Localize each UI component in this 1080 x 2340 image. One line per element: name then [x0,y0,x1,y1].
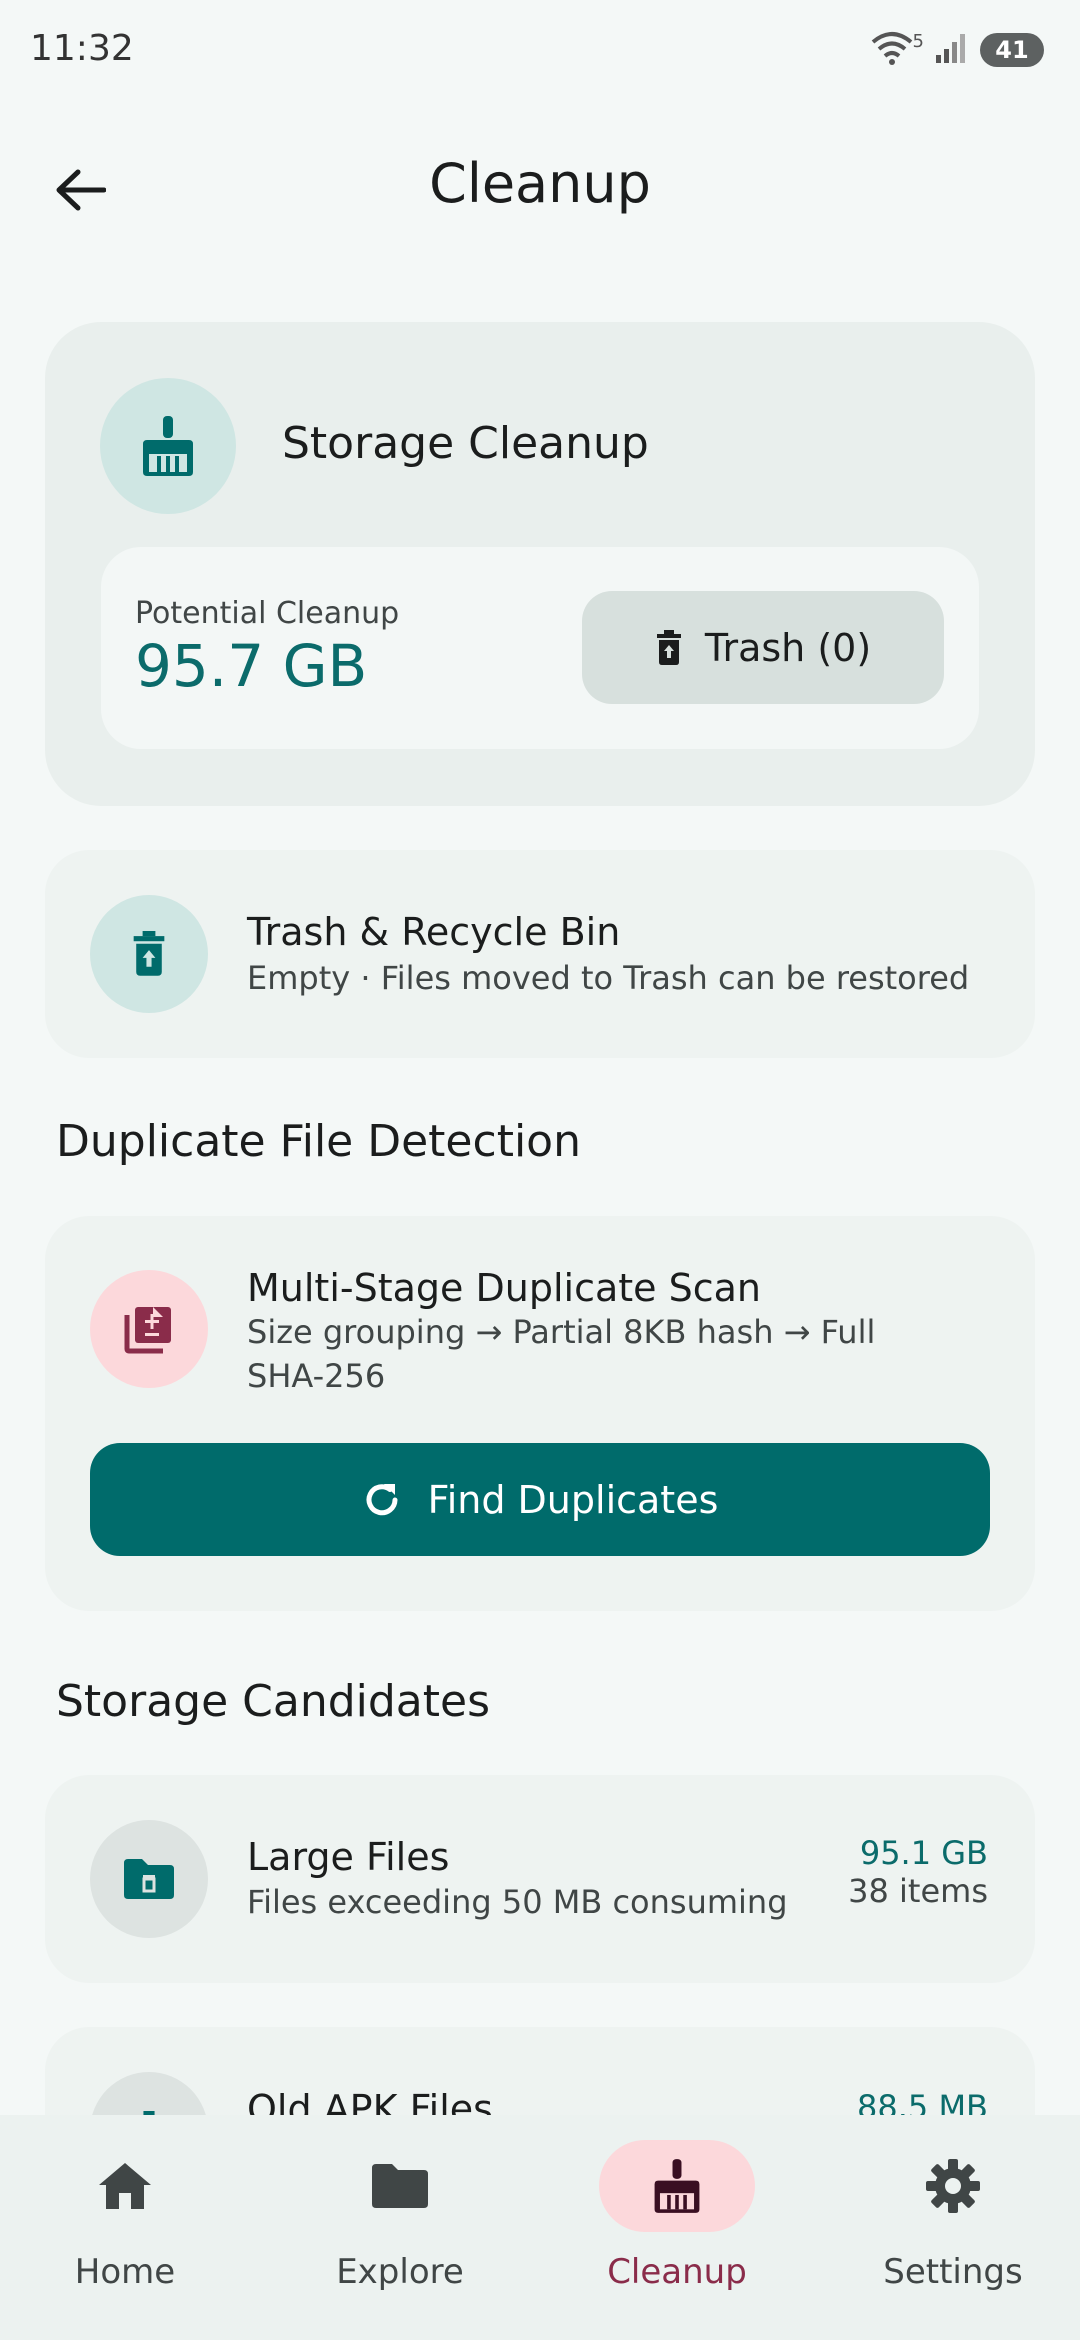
page-title: Cleanup [429,152,651,215]
candidates-section-title: Storage Candidates [56,1676,491,1727]
duplicate-scan-subtitle-2: SHA-256 [247,1357,386,1395]
duplicate-scan-subtitle-1: Size grouping → Partial 8KB hash → Full [247,1313,876,1351]
potential-cleanup-value: 95.7 GB [135,632,368,700]
duplicate-section-title: Duplicate File Detection [56,1116,581,1167]
refresh-icon [366,1483,398,1515]
broom-icon [599,2140,755,2232]
large-files-subtitle: Files exceeding 50 MB consuming [247,1883,788,1921]
nav-explore-label: Explore [336,2252,464,2292]
gear-icon [875,2140,1031,2232]
trash-button[interactable]: Trash (0) [582,591,944,704]
nav-home[interactable]: Home [0,2140,260,2292]
wifi-icon [869,30,915,70]
nav-home-label: Home [74,2252,176,2292]
nav-cleanup[interactable]: Cleanup [542,2140,812,2292]
recycle-bin-subtitle: Empty · Files moved to Trash can be rest… [247,959,970,997]
folder-icon [322,2140,478,2232]
trash-icon [656,629,681,665]
status-icons: 5 41 [869,30,1044,70]
trash-restore-icon [90,895,208,1013]
broom-icon [100,378,236,514]
nav-explore[interactable]: Explore [265,2140,535,2292]
potential-cleanup-label: Potential Cleanup [135,596,400,631]
find-duplicates-button[interactable]: Find Duplicates [90,1443,990,1556]
wifi-badge: 5 [912,30,924,52]
signal-icon [934,31,970,69]
large-files-size: 95.1 GB [859,1834,988,1872]
duplicate-scan-title: Multi-Stage Duplicate Scan [247,1266,761,1310]
home-icon [47,2140,203,2232]
nav-settings-label: Settings [883,2252,1023,2292]
duplicate-files-icon [90,1270,208,1388]
large-files-count: 38 items [848,1872,988,1910]
nav-settings[interactable]: Settings [818,2140,1080,2292]
recycle-bin-title: Trash & Recycle Bin [247,910,621,954]
folder-delete-icon [90,1820,208,1938]
status-time: 11:32 [30,28,134,69]
trash-button-label: Trash (0) [704,625,872,670]
storage-cleanup-title: Storage Cleanup [282,418,649,469]
find-duplicates-label: Find Duplicates [427,1477,719,1522]
nav-cleanup-label: Cleanup [607,2252,747,2292]
battery-indicator: 41 [980,33,1044,67]
large-files-title: Large Files [247,1835,450,1879]
